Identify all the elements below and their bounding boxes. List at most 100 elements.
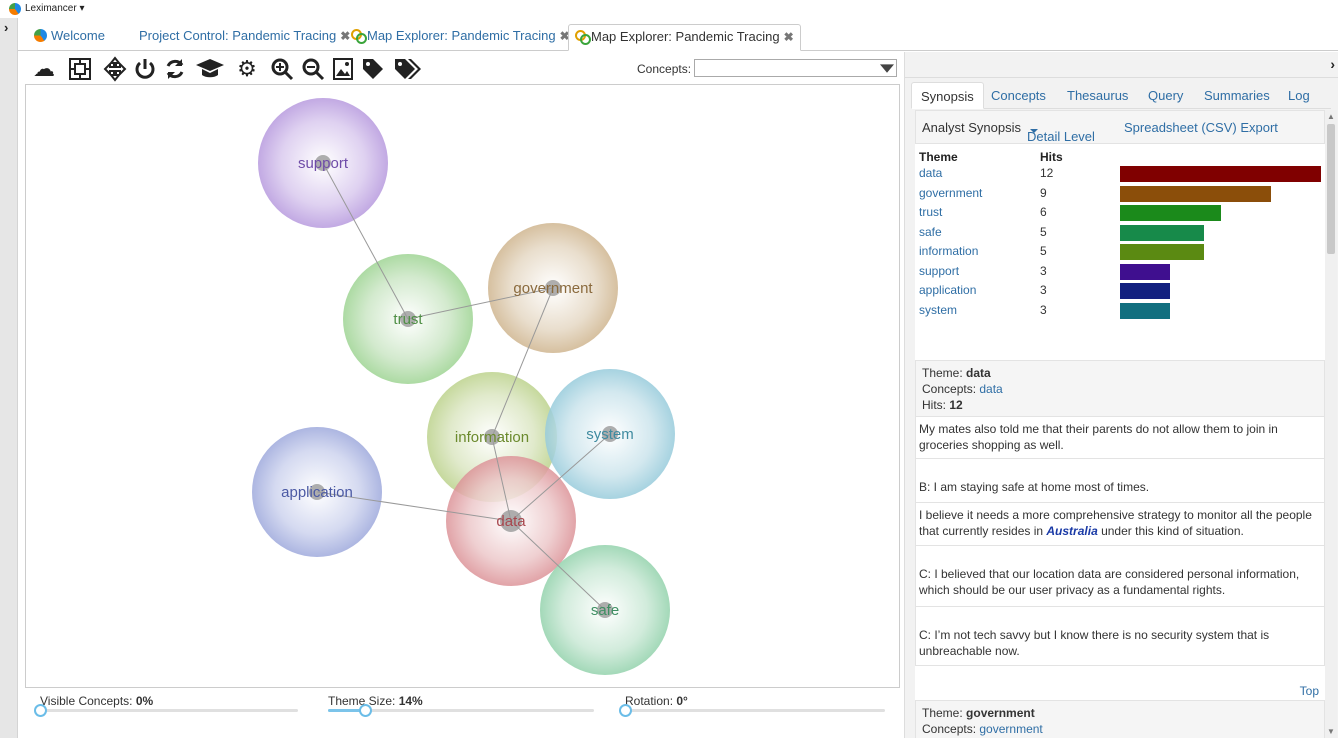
- theme-size-value: 14%: [398, 694, 423, 708]
- tab-query[interactable]: Query: [1139, 82, 1192, 109]
- theme-link[interactable]: application: [919, 283, 976, 297]
- theme-label[interactable]: government: [513, 280, 593, 297]
- tab-log[interactable]: Log: [1279, 82, 1319, 109]
- quote-text: My mates also told me that their parents…: [919, 422, 1278, 452]
- slider-handle[interactable]: [359, 704, 373, 717]
- quote-item: C: I believed that our location data are…: [915, 546, 1325, 607]
- theme-link[interactable]: trust: [919, 205, 942, 219]
- tab-label: Map Explorer: Pandemic Tracing: [591, 29, 780, 44]
- slider-handle[interactable]: [34, 704, 47, 717]
- chevron-right-icon[interactable]: ›: [1330, 56, 1335, 72]
- hits-bar: [1120, 205, 1221, 221]
- slider-track[interactable]: [328, 704, 594, 717]
- hits-bar: [1120, 302, 1171, 319]
- app-bar: Leximancer ▾: [0, 0, 1338, 18]
- theme-size-slider[interactable]: Theme Size: 14%: [324, 692, 599, 732]
- theme-label[interactable]: information: [455, 429, 529, 446]
- hits-bar: [1120, 224, 1204, 241]
- slider-track[interactable]: [34, 704, 298, 717]
- quote-highlight: Australia: [1046, 524, 1098, 538]
- hits-bar: [1120, 166, 1321, 182]
- theme-label[interactable]: safe: [591, 602, 619, 619]
- theme-size-label: Theme Size: 14%: [328, 694, 423, 708]
- map-explorer-panel: ☁ ⚙ Concepts: support trust government i…: [24, 52, 901, 738]
- analyst-synopsis-title: Analyst Synopsis: [922, 120, 1021, 135]
- concept-link[interactable]: government: [979, 722, 1042, 736]
- app-menu[interactable]: Leximancer ▾: [25, 3, 85, 14]
- document-tab-bar: Welcome Project Control: Pandemic Tracin…: [18, 18, 1338, 51]
- zoom-out-icon[interactable]: [300, 56, 326, 82]
- csv-export-link[interactable]: Spreadsheet (CSV) Export: [1124, 120, 1278, 135]
- hits-value: 9: [1040, 185, 1047, 200]
- tab-summaries[interactable]: Summaries: [1195, 82, 1279, 109]
- theme-label[interactable]: trust: [393, 311, 423, 328]
- theme-link[interactable]: system: [919, 303, 957, 317]
- hits-value: 5: [1040, 244, 1047, 258]
- zoom-in-icon[interactable]: [269, 56, 295, 82]
- theme-link[interactable]: safe: [919, 225, 942, 239]
- leximancer-logo-icon: [9, 3, 21, 15]
- theme-link[interactable]: data: [919, 166, 942, 180]
- leximancer-logo-icon: [34, 29, 47, 42]
- tab-welcome[interactable]: Welcome: [28, 24, 111, 51]
- graduation-cap-icon[interactable]: [195, 56, 224, 82]
- theme-label[interactable]: application: [281, 484, 353, 501]
- tab-concepts[interactable]: Concepts: [982, 82, 1055, 109]
- scrollbar[interactable]: ▲ ▼: [1325, 110, 1337, 738]
- rotation-slider[interactable]: Rotation: 0°: [619, 692, 890, 732]
- tab-label: Project Control: Pandemic Tracing: [139, 28, 337, 43]
- tag-icon[interactable]: [360, 56, 386, 82]
- theme-link[interactable]: information: [919, 244, 978, 258]
- theme-link[interactable]: government: [919, 186, 982, 200]
- theme-row: data 12: [919, 164, 1323, 183]
- select-frame-icon[interactable]: [67, 56, 93, 82]
- theme-label[interactable]: data: [496, 513, 526, 530]
- concepts-select[interactable]: [694, 59, 897, 77]
- left-collapse-gutter[interactable]: ›: [0, 18, 18, 738]
- tab-label: Map Explorer: Pandemic Tracing: [367, 28, 556, 43]
- slider-track[interactable]: [619, 704, 885, 717]
- tab-map-explorer-1[interactable]: Map Explorer: Pandemic Tracing ✖: [345, 24, 576, 51]
- top-link[interactable]: Top: [1300, 684, 1319, 698]
- export-image-icon[interactable]: [330, 56, 356, 82]
- col-hits-header: Hits: [1040, 150, 1063, 164]
- hits-bar: [1120, 244, 1204, 260]
- quote-item: C: I’m not tech savvy but I know there i…: [915, 607, 1325, 666]
- scroll-down-icon[interactable]: ▼: [1327, 727, 1335, 736]
- theme-link[interactable]: support: [919, 264, 959, 278]
- settings-icon[interactable]: ⚙: [234, 56, 260, 82]
- chevron-down-icon[interactable]: [880, 64, 894, 73]
- rotation-label-text: Rotation:: [625, 694, 674, 708]
- concepts-label: Concepts:: [637, 62, 692, 76]
- theme-label: Theme:: [922, 706, 963, 720]
- theme-row: application 3: [919, 281, 1323, 300]
- theme-row: system 3: [919, 301, 1323, 320]
- theme-row: information 5: [919, 242, 1323, 261]
- concept-link[interactable]: data: [979, 382, 1002, 396]
- close-icon[interactable]: ✖: [784, 30, 794, 44]
- tags-icon[interactable]: [392, 56, 424, 82]
- quote-item: B: I am staying safe at home most of tim…: [915, 459, 1325, 503]
- move-icon[interactable]: [102, 56, 128, 82]
- power-icon[interactable]: [132, 56, 158, 82]
- slider-handle[interactable]: [619, 704, 632, 717]
- tab-thesaurus[interactable]: Thesaurus: [1058, 82, 1137, 109]
- visible-concepts-slider[interactable]: Visible Concepts: 0%: [34, 692, 304, 732]
- theme-label[interactable]: support: [298, 155, 349, 172]
- tab-synopsis[interactable]: Synopsis: [911, 82, 984, 109]
- tab-project-control[interactable]: Project Control: Pandemic Tracing ✖: [133, 24, 356, 51]
- theme-label[interactable]: system: [586, 426, 634, 443]
- scrollbar-thumb[interactable]: [1327, 124, 1335, 254]
- cloud-icon[interactable]: ☁: [31, 56, 57, 82]
- theme-label: Theme:: [922, 366, 963, 380]
- hits-value: 12: [1040, 166, 1054, 180]
- refresh-icon[interactable]: [162, 56, 188, 82]
- chevron-right-icon[interactable]: ›: [4, 20, 8, 35]
- hits-value: 3: [1040, 302, 1047, 317]
- concepts-label: Concepts:: [922, 722, 977, 736]
- concept-map-canvas[interactable]: support trust government information system a…: [25, 84, 900, 688]
- scroll-up-icon[interactable]: ▲: [1327, 112, 1335, 121]
- theme-row: safe 5: [919, 223, 1323, 242]
- tab-map-explorer-2[interactable]: Map Explorer: Pandemic Tracing ✖: [568, 24, 801, 51]
- quote-text: under this kind of situation.: [1097, 524, 1244, 538]
